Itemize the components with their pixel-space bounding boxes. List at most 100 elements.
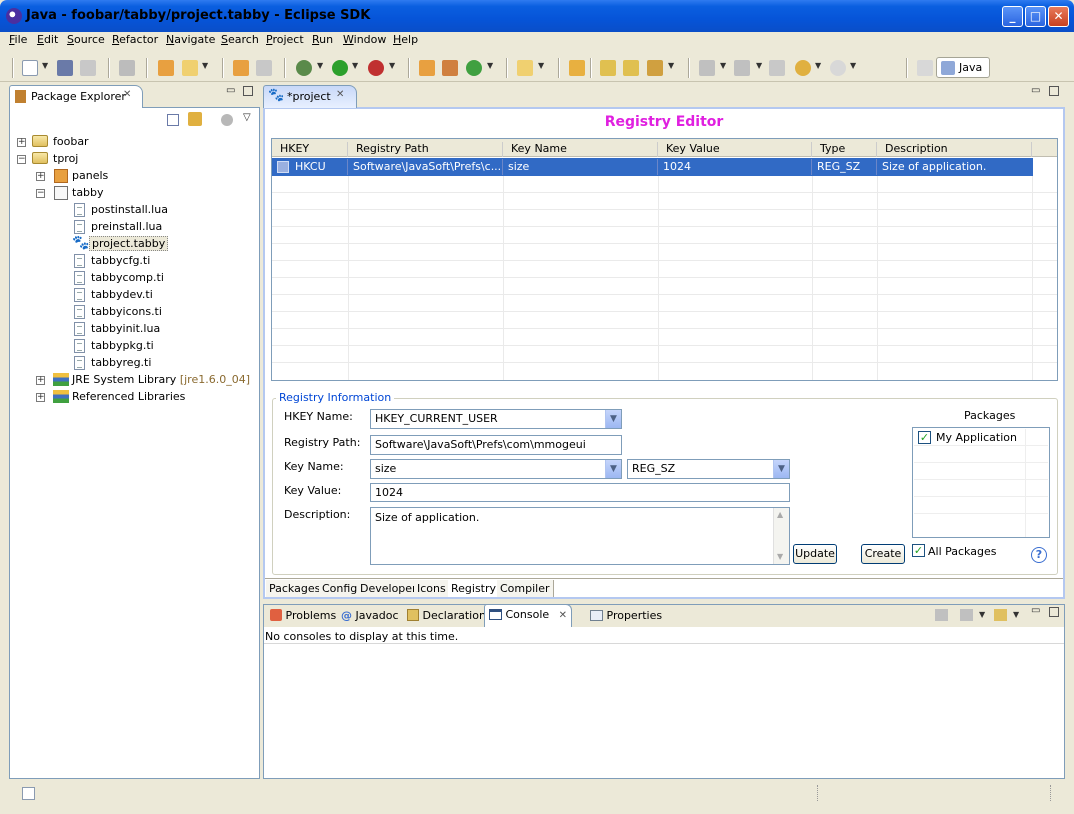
tree-item-tabbypkg[interactable]: tabbypkg.ti (91, 339, 154, 352)
next-annotation-icon[interactable] (699, 60, 715, 76)
open-folder-dropdown-icon[interactable]: ▼ (538, 61, 544, 70)
column-header-description[interactable]: Description (877, 142, 1032, 157)
close-icon[interactable]: ✕ (559, 610, 567, 621)
tab-developer[interactable]: Developer (357, 580, 421, 597)
menu-source[interactable]: Source (67, 33, 105, 46)
menu-project[interactable]: Project (266, 33, 304, 46)
new-class-dropdown-icon[interactable]: ▼ (202, 61, 208, 70)
open-project-icon[interactable] (569, 60, 585, 76)
maximize-console-icon[interactable] (1049, 607, 1059, 617)
debug-dropdown-icon[interactable]: ▼ (317, 61, 323, 70)
last-edit-location-icon[interactable] (769, 60, 785, 76)
tree-item-project-tabby[interactable]: project.tabby (89, 236, 169, 251)
menu-window[interactable]: Window (343, 33, 386, 46)
external-tools-icon[interactable] (368, 60, 384, 76)
forward-icon[interactable] (830, 60, 846, 76)
menu-search[interactable]: Search (221, 33, 259, 46)
view-menu-icon[interactable] (221, 114, 233, 126)
scroll-up-icon[interactable]: ▲ (777, 510, 783, 519)
tab-config[interactable]: Config (319, 580, 362, 597)
close-icon[interactable]: ✕ (336, 89, 344, 100)
run-icon[interactable] (332, 60, 348, 76)
new-icon[interactable] (22, 60, 38, 76)
registry-path-input[interactable]: Software\JavaSoft\Prefs\com\mmogeui (370, 435, 622, 455)
new-dropdown-icon[interactable]: ▼ (42, 61, 48, 70)
pencil-icon[interactable] (647, 60, 663, 76)
tree-item-preinstall[interactable]: preinstall.lua (91, 220, 162, 233)
chevron-down-icon[interactable]: ▼ (605, 410, 621, 428)
table-cell[interactable]: size (504, 159, 658, 175)
export-icon[interactable] (623, 60, 639, 76)
package-explorer-tab[interactable]: Package Explorer ✕ (9, 85, 143, 108)
display-console-icon[interactable] (960, 609, 973, 621)
minimize-button[interactable]: _ (1002, 6, 1023, 27)
open-folder-icon[interactable] (517, 60, 533, 76)
table-cell[interactable]: Software\JavaSoft\Prefs\c... (349, 159, 503, 175)
column-header-hkey[interactable]: HKEY (272, 142, 348, 157)
open-perspective-icon[interactable] (917, 60, 933, 76)
tree-item-postinstall[interactable]: postinstall.lua (91, 203, 168, 216)
link-with-editor-icon[interactable] (188, 112, 202, 126)
table-cell[interactable]: REG_SZ (813, 159, 877, 175)
expand-icon[interactable]: + (36, 393, 45, 402)
help-icon[interactable]: ? (1031, 547, 1047, 563)
scroll-down-icon[interactable]: ▼ (777, 552, 783, 561)
tree-item-tabbyicons[interactable]: tabbyicons.ti (91, 305, 162, 318)
display-console-dropdown-icon[interactable]: ▼ (979, 610, 985, 619)
minimize-view-icon[interactable]: ▭ (226, 85, 235, 96)
collapse-icon[interactable]: − (17, 155, 26, 164)
package-checkbox[interactable]: ✓ (918, 431, 931, 444)
maximize-button[interactable]: □ (1025, 6, 1046, 27)
run-dropdown-icon[interactable]: ▼ (352, 61, 358, 70)
import-icon[interactable] (600, 60, 616, 76)
chevron-down-icon[interactable]: ▼ (773, 460, 789, 478)
back-dropdown-icon[interactable]: ▼ (815, 61, 821, 70)
expand-icon[interactable]: + (36, 376, 45, 385)
tree-item-tabby[interactable]: tabby (72, 186, 104, 199)
new-package-icon[interactable] (158, 60, 174, 76)
tree-item-tabbycfg[interactable]: tabbycfg.ti (91, 254, 150, 267)
close-button[interactable]: ✕ (1048, 6, 1069, 27)
table-cell[interactable]: 1024 (659, 159, 812, 175)
maximize-view-icon[interactable] (243, 86, 253, 96)
tree-item-tabbycomp[interactable]: tabbycomp.ti (91, 271, 164, 284)
key-value-input[interactable]: 1024 (370, 483, 790, 502)
tree-item-foobar[interactable]: foobar (53, 135, 89, 148)
editor-tab-project[interactable]: 🐾 *project ✕ (263, 85, 357, 108)
print-icon[interactable] (80, 60, 96, 76)
minimize-console-icon[interactable]: ▭ (1031, 605, 1040, 616)
key-name-select[interactable]: size ▼ (370, 459, 622, 479)
open-type-icon[interactable] (233, 60, 249, 76)
column-header-type[interactable]: Type (812, 142, 877, 157)
column-header-key-name[interactable]: Key Name (503, 142, 658, 157)
tab-icons[interactable]: Icons (414, 580, 450, 597)
open-console-dropdown-icon[interactable]: ▼ (1013, 610, 1019, 619)
fast-view-icon[interactable] (22, 787, 35, 800)
tree-item-tabbydev[interactable]: tabbydev.ti (91, 288, 153, 301)
tab-problems[interactable]: Problems (266, 606, 340, 626)
pin-console-icon[interactable] (935, 609, 948, 621)
tree-item-tabbyreg[interactable]: tabbyreg.ti (91, 356, 151, 369)
previous-annotation-icon[interactable] (734, 60, 750, 76)
tab-registry[interactable]: Registry (448, 580, 501, 597)
debug-icon[interactable] (296, 60, 312, 76)
scrollbar[interactable]: ▲ ▼ (773, 508, 789, 564)
build-icon[interactable] (119, 60, 135, 76)
minimize-editor-icon[interactable]: ▭ (1031, 85, 1040, 96)
tab-javadoc[interactable]: @ Javadoc (337, 606, 403, 626)
all-packages-checkbox[interactable]: ✓ (912, 544, 925, 557)
column-header-registry-path[interactable]: Registry Path (348, 142, 503, 157)
close-icon[interactable]: ✕ (123, 89, 131, 100)
maximize-editor-icon[interactable] (1049, 86, 1059, 96)
menu-file[interactable]: File (9, 33, 27, 46)
open-hierarchy-icon[interactable] (256, 60, 272, 76)
tree-item-tproj[interactable]: tproj (53, 152, 78, 165)
table-cell[interactable]: HKCU (291, 159, 348, 175)
back-icon[interactable] (795, 60, 811, 76)
tree-item-panels[interactable]: panels (72, 169, 108, 182)
new-wizard-dropdown-icon[interactable]: ▼ (487, 61, 493, 70)
hkey-name-select[interactable]: HKEY_CURRENT_USER ▼ (370, 409, 622, 429)
column-header-key-value[interactable]: Key Value (658, 142, 812, 157)
description-textarea[interactable]: Size of application. ▲ ▼ (370, 507, 790, 565)
type-select[interactable]: REG_SZ ▼ (627, 459, 790, 479)
